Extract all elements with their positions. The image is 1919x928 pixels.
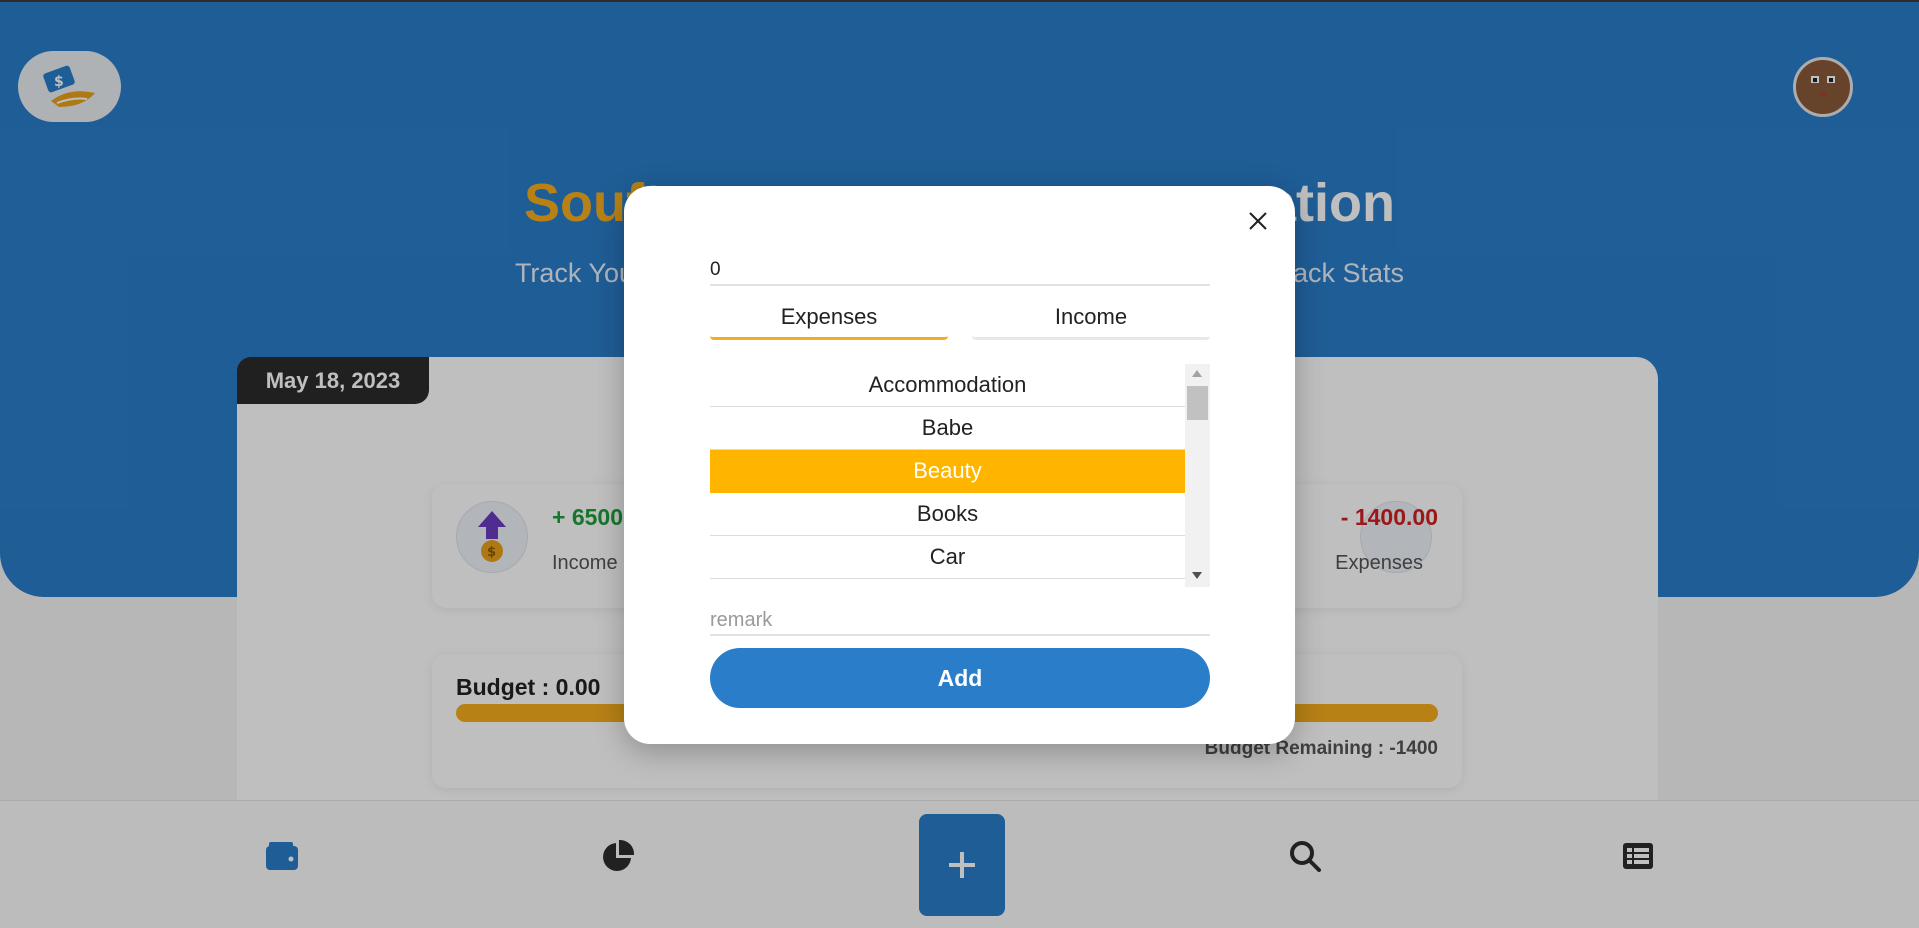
close-button[interactable]: [1243, 206, 1273, 236]
scroll-thumb[interactable]: [1187, 386, 1208, 420]
category-item[interactable]: Accommodation: [710, 364, 1185, 407]
category-list[interactable]: Accommodation Babe Beauty Books Car: [710, 364, 1210, 587]
add-button[interactable]: Add: [710, 648, 1210, 708]
scroll-down-arrow-icon[interactable]: [1192, 572, 1202, 579]
tab-income[interactable]: Income: [972, 296, 1210, 340]
add-transaction-modal: Expenses Income Accommodation Babe Beaut…: [624, 186, 1295, 744]
category-scrollbar[interactable]: [1185, 364, 1210, 587]
amount-input[interactable]: [710, 256, 1210, 286]
close-icon: [1249, 212, 1267, 230]
tab-expenses[interactable]: Expenses: [710, 296, 948, 340]
category-item-selected[interactable]: Beauty: [710, 450, 1185, 493]
category-item[interactable]: Car: [710, 536, 1185, 579]
category-item[interactable]: Books: [710, 493, 1185, 536]
category-items: Accommodation Babe Beauty Books Car: [710, 364, 1185, 587]
remark-input[interactable]: [710, 606, 1210, 636]
category-item[interactable]: Babe: [710, 407, 1185, 450]
scroll-up-arrow-icon[interactable]: [1192, 370, 1202, 377]
